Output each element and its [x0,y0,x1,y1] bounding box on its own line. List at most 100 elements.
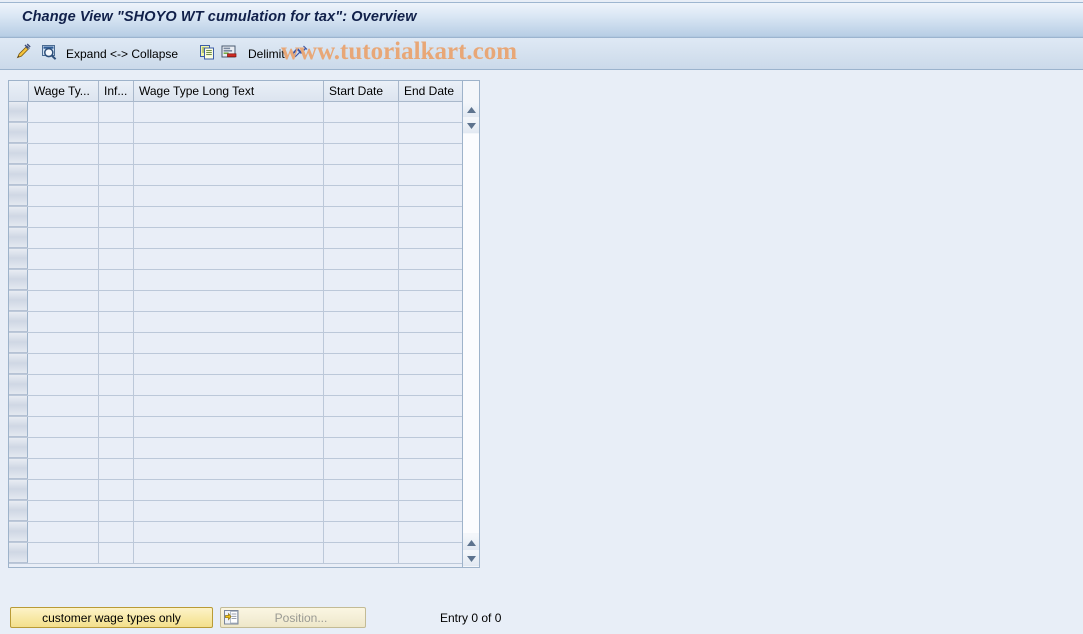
row-selector-button[interactable] [9,270,28,290]
table-cell-end_date[interactable] [399,102,469,122]
table-cell-infotype[interactable] [99,312,134,332]
table-cell-infotype[interactable] [99,438,134,458]
table-row[interactable] [9,186,479,207]
table-cell-end_date[interactable] [399,207,469,227]
table-cell-start_date[interactable] [324,396,399,416]
table-cell-long_text[interactable] [134,459,324,479]
table-cell-infotype[interactable] [99,354,134,374]
column-header-wage-type[interactable]: Wage Ty... [29,81,99,102]
table-cell-infotype[interactable] [99,123,134,143]
table-cell-start_date[interactable] [324,207,399,227]
table-cell-start_date[interactable] [324,228,399,248]
table-cell-long_text[interactable] [134,333,324,353]
table-cell-wage_type[interactable] [29,291,99,311]
row-selector-button[interactable] [9,438,28,458]
table-cell-long_text[interactable] [134,144,324,164]
customer-wage-types-only-button[interactable]: customer wage types only [10,607,213,628]
scroll-page-down-button[interactable] [463,535,479,550]
table-cell-long_text[interactable] [134,543,324,563]
table-cell-long_text[interactable] [134,480,324,500]
table-cell-end_date[interactable] [399,522,469,542]
table-cell-wage_type[interactable] [29,480,99,500]
row-selector-button[interactable] [9,354,28,374]
table-cell-end_date[interactable] [399,144,469,164]
table-cell-wage_type[interactable] [29,144,99,164]
table-cell-long_text[interactable] [134,186,324,206]
change-edit-button[interactable] [14,38,32,69]
copy-as-button[interactable] [198,38,216,69]
scroll-page-up-button[interactable] [463,118,479,133]
row-selector-button[interactable] [9,396,28,416]
table-cell-wage_type[interactable] [29,543,99,563]
row-selector-button[interactable] [9,459,28,479]
delimit-button[interactable]: Delimit [248,38,285,69]
table-cell-wage_type[interactable] [29,354,99,374]
table-row[interactable] [9,165,479,186]
table-cell-start_date[interactable] [324,522,399,542]
table-cell-start_date[interactable] [324,459,399,479]
table-cell-start_date[interactable] [324,333,399,353]
table-cell-long_text[interactable] [134,207,324,227]
delimit-overlay-icon-button[interactable] [289,38,309,69]
table-cell-end_date[interactable] [399,270,469,290]
table-cell-end_date[interactable] [399,123,469,143]
table-cell-end_date[interactable] [399,186,469,206]
table-cell-long_text[interactable] [134,165,324,185]
table-cell-long_text[interactable] [134,228,324,248]
table-cell-infotype[interactable] [99,333,134,353]
table-cell-long_text[interactable] [134,522,324,542]
table-row[interactable] [9,501,479,522]
table-row[interactable] [9,312,479,333]
table-row[interactable] [9,144,479,165]
table-cell-wage_type[interactable] [29,438,99,458]
table-cell-wage_type[interactable] [29,102,99,122]
table-cell-infotype[interactable] [99,480,134,500]
table-cell-end_date[interactable] [399,501,469,521]
table-cell-infotype[interactable] [99,417,134,437]
display-button[interactable] [40,38,58,69]
delimit-icon-button[interactable] [220,38,238,69]
table-cell-end_date[interactable] [399,396,469,416]
row-selector-button[interactable] [9,312,28,332]
table-cell-wage_type[interactable] [29,396,99,416]
table-cell-wage_type[interactable] [29,123,99,143]
table-cell-end_date[interactable] [399,375,469,395]
table-cell-wage_type[interactable] [29,522,99,542]
table-row[interactable] [9,207,479,228]
table-row[interactable] [9,102,479,123]
table-row[interactable] [9,459,479,480]
expand-collapse-button[interactable]: Expand <-> Collapse [66,38,178,69]
table-row[interactable] [9,417,479,438]
table-cell-wage_type[interactable] [29,333,99,353]
table-cell-end_date[interactable] [399,417,469,437]
row-selector-button[interactable] [9,417,28,437]
table-cell-long_text[interactable] [134,123,324,143]
table-cell-infotype[interactable] [99,228,134,248]
table-cell-wage_type[interactable] [29,186,99,206]
position-button[interactable]: Position... [220,607,366,628]
row-selector-button[interactable] [9,165,28,185]
scroll-up-button[interactable] [463,102,479,117]
table-cell-long_text[interactable] [134,417,324,437]
column-header-long-text[interactable]: Wage Type Long Text [134,81,324,102]
table-cell-start_date[interactable] [324,165,399,185]
table-cell-end_date[interactable] [399,543,469,563]
row-selector-button[interactable] [9,249,28,269]
table-cell-infotype[interactable] [99,144,134,164]
table-cell-end_date[interactable] [399,354,469,374]
table-cell-wage_type[interactable] [29,228,99,248]
column-header-start-date[interactable]: Start Date [324,81,399,102]
scroll-down-button[interactable] [463,551,479,566]
row-selector-button[interactable] [9,480,28,500]
table-cell-wage_type[interactable] [29,249,99,269]
table-row[interactable] [9,123,479,144]
table-cell-start_date[interactable] [324,291,399,311]
column-header-infotype[interactable]: Inf... [99,81,134,102]
row-selector-button[interactable] [9,291,28,311]
table-cell-start_date[interactable] [324,270,399,290]
table-row[interactable] [9,354,479,375]
table-cell-wage_type[interactable] [29,165,99,185]
table-cell-infotype[interactable] [99,102,134,122]
row-selector-button[interactable] [9,501,28,521]
table-row[interactable] [9,333,479,354]
